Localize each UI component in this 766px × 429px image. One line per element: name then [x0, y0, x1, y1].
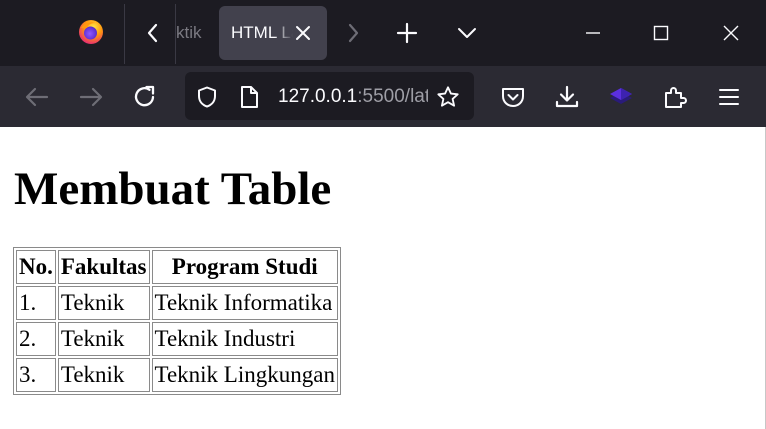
reload-button[interactable] — [130, 82, 160, 112]
url-path: :5500/latihan — [357, 86, 428, 107]
tab-close-button[interactable] — [293, 23, 313, 43]
minimize-window-button[interactable] — [578, 18, 608, 48]
close-window-button[interactable] — [716, 18, 746, 48]
pocket-icon — [502, 88, 524, 107]
back-arrow-icon — [25, 87, 49, 107]
page-title: Membuat Table — [14, 163, 332, 215]
url-bar[interactable]: 127.0.0.1:5500/latihan — [185, 72, 474, 120]
faculty-table: No. Fakultas Program Studi 1. Teknik Tek… — [13, 247, 341, 395]
navigation-toolbar: 127.0.0.1:5500/latihan — [0, 66, 766, 127]
cell-program-studi: Teknik Informatika — [151, 286, 338, 320]
menu-icon — [719, 89, 739, 105]
column-header-fakultas: Fakultas — [57, 250, 150, 284]
extensions-puzzle-icon — [665, 87, 687, 108]
forward-button[interactable] — [76, 82, 106, 112]
firefox-logo-icon[interactable] — [78, 19, 104, 45]
window-close-icon — [723, 25, 739, 41]
chevron-down-icon — [458, 28, 476, 38]
tabs-scroll-right-button[interactable] — [338, 18, 368, 48]
extension-layers-icon — [610, 88, 632, 104]
extension-button[interactable] — [606, 82, 636, 112]
tabs-scroll-left-button[interactable] — [138, 17, 168, 49]
table-row: 2. Teknik Teknik Industri — [16, 322, 338, 356]
minimize-icon — [586, 32, 600, 34]
url-text[interactable]: 127.0.0.1:5500/latihan — [278, 85, 428, 109]
url-host: 127.0.0.1 — [278, 86, 358, 107]
tab-title: HTML Lat — [231, 23, 293, 42]
table-row: 3. Teknik Teknik Lingkungan — [16, 358, 338, 392]
star-icon[interactable] — [436, 85, 460, 109]
plus-icon — [396, 22, 418, 44]
reload-icon — [134, 85, 155, 107]
column-header-program-studi: Program Studi — [151, 250, 338, 284]
close-icon — [296, 26, 310, 40]
cell-fakultas: Teknik — [57, 358, 150, 392]
app-menu-button[interactable] — [714, 82, 744, 112]
cell-fakultas: Teknik — [57, 286, 150, 320]
chevron-right-icon — [348, 23, 359, 43]
shield-icon[interactable] — [195, 85, 219, 109]
forward-arrow-icon — [79, 87, 103, 107]
downloads-button[interactable] — [552, 82, 582, 112]
cell-program-studi: Teknik Lingkungan — [151, 358, 338, 392]
chevron-left-icon — [147, 23, 158, 43]
tab-inactive[interactable]: ktik — [176, 22, 204, 44]
tab-divider — [124, 4, 125, 64]
maximize-window-button[interactable] — [646, 18, 676, 48]
pocket-button[interactable] — [498, 82, 528, 112]
page-viewport: Membuat Table No. Fakultas Program Studi… — [0, 127, 766, 429]
maximize-icon — [653, 25, 669, 41]
table-header-row: No. Fakultas Program Studi — [16, 250, 338, 284]
column-header-no: No. — [16, 250, 56, 284]
new-tab-button[interactable] — [392, 18, 422, 48]
cell-no: 1. — [16, 286, 56, 320]
page-icon[interactable] — [237, 85, 261, 109]
cell-fakultas: Teknik — [57, 322, 150, 356]
download-icon — [555, 85, 579, 108]
cell-program-studi: Teknik Industri — [151, 322, 338, 356]
cell-no: 3. — [16, 358, 56, 392]
list-all-tabs-button[interactable] — [452, 18, 482, 48]
cell-no: 2. — [16, 322, 56, 356]
tab-active[interactable]: HTML Lat — [219, 6, 327, 60]
extensions-button[interactable] — [660, 82, 690, 112]
table-row: 1. Teknik Teknik Informatika — [16, 286, 338, 320]
back-button[interactable] — [22, 82, 52, 112]
tab-strip: ktik HTML Lat — [0, 0, 766, 66]
